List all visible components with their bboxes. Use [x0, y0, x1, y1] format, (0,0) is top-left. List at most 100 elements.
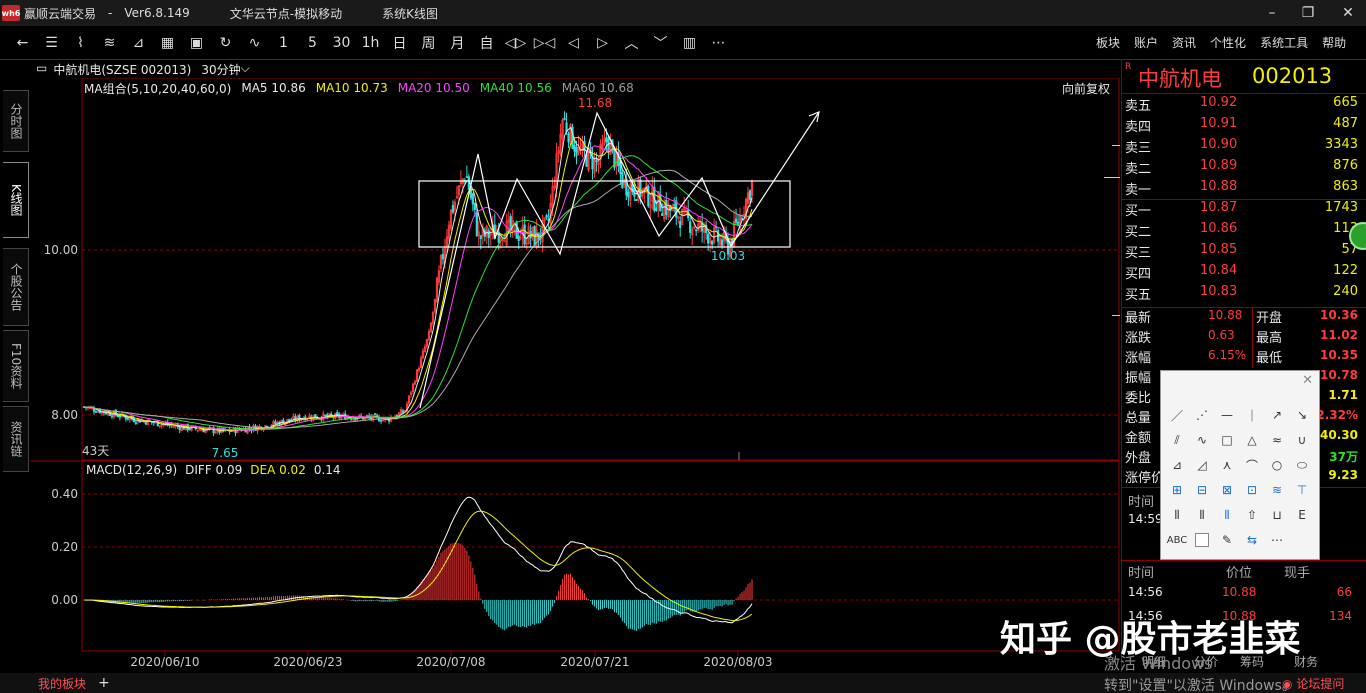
tab-f10[interactable]: F10资料 [3, 330, 29, 402]
draw-tool-24-icon[interactable]: ⦀ [1167, 505, 1187, 525]
draw-tool-10-icon[interactable]: ≈ [1267, 430, 1287, 450]
toolbar-tool-20[interactable]: ▷ [588, 35, 617, 51]
draw-tool-28-icon[interactable]: ⊔ [1267, 505, 1287, 525]
minimize-button[interactable]: – [1254, 0, 1290, 26]
toolbar-tool-9[interactable]: 1 [269, 35, 298, 51]
toolbar-tool-17[interactable]: ◁▷ [501, 35, 530, 51]
ask-price[interactable]: 10.88 [1200, 179, 1237, 194]
tab-kline[interactable]: K线图 [3, 162, 29, 238]
toolbar-tool-10[interactable]: 5 [298, 35, 327, 51]
draw-tool-2-icon[interactable]: — [1217, 405, 1237, 425]
adjust-mode[interactable]: 向前复权 [1062, 80, 1110, 97]
draw-tool-34-icon[interactable]: ⋯ [1267, 530, 1287, 550]
ask-price[interactable]: 10.90 [1200, 137, 1237, 152]
draw-tool-11-icon[interactable]: ∪ [1292, 430, 1312, 450]
toolbar-tool-2[interactable]: ⌇ [66, 35, 95, 51]
toolbar-tool-12[interactable]: 1h [356, 35, 385, 51]
draw-tool-8-icon[interactable]: □ [1217, 430, 1237, 450]
bid-price[interactable]: 10.86 [1200, 221, 1237, 236]
toolbar-tool-1[interactable]: ☰ [37, 35, 66, 51]
toolbar-tool-24[interactable]: ⋯ [704, 35, 733, 51]
draw-tool-5-icon[interactable]: ↘ [1292, 405, 1312, 425]
draw-tool-29-icon[interactable]: Ε [1292, 505, 1312, 525]
ask-price[interactable]: 10.89 [1200, 158, 1237, 173]
stat-value-right: 10.36 [1320, 308, 1358, 322]
close-icon[interactable]: ✕ [1302, 373, 1313, 388]
add-tab-button[interactable]: + [98, 675, 110, 691]
draw-tool-14-icon[interactable]: ⋏ [1217, 455, 1237, 475]
toolbar-tool-18[interactable]: ▷◁ [530, 35, 559, 51]
menu-item-3[interactable]: 个性化 [1210, 34, 1246, 51]
toolbar-tool-11[interactable]: 30 [327, 35, 356, 51]
draw-tool-23-icon[interactable]: ⊤ [1292, 480, 1312, 500]
draw-tool-9-icon[interactable]: △ [1242, 430, 1262, 450]
macd-tick-label: 0.40 [51, 487, 78, 501]
maximize-button[interactable]: ❐ [1290, 0, 1326, 26]
stat-value-right: 9.23 [1328, 468, 1358, 482]
toolbar-tool-22[interactable]: ﹀ [646, 33, 675, 53]
tab-newslink[interactable]: 资讯链 [3, 406, 29, 472]
ma-combo-selector[interactable]: MA组合(5,10,20,40,60,0) [84, 80, 231, 97]
draw-tool-20-icon[interactable]: ⊠ [1217, 480, 1237, 500]
wave-trendline[interactable] [419, 111, 820, 409]
toolbar-tool-15[interactable]: 月 [443, 33, 472, 53]
my-sector-tab[interactable]: 我的板块 [38, 675, 86, 692]
toolbar-tool-16[interactable]: 自 [472, 33, 501, 53]
draw-tool-17-icon[interactable]: ⬭ [1292, 455, 1312, 475]
chevron-down-icon[interactable]: ⌵ [241, 61, 250, 78]
toolbar-tool-14[interactable]: 周 [414, 33, 443, 53]
draw-tool-3-icon[interactable]: ｜ [1242, 405, 1262, 425]
toolbar-tool-8[interactable]: ∿ [240, 35, 269, 51]
draw-tool-7-icon[interactable]: ∿ [1192, 430, 1212, 450]
toolbar-tool-13[interactable]: 日 [385, 33, 414, 53]
symbol-label[interactable]: 中航机电(SZSE 002013) [53, 61, 191, 78]
bid-price[interactable]: 10.84 [1200, 263, 1237, 278]
draw-tool-25-icon[interactable]: ⦀ [1192, 505, 1212, 525]
draw-tool-19-icon[interactable]: ⊟ [1192, 480, 1212, 500]
toolbar-tool-19[interactable]: ◁ [559, 35, 588, 51]
draw-tool-30-icon[interactable]: ABC [1167, 530, 1188, 550]
tab-timeshare[interactable]: 分时图 [3, 90, 29, 152]
toolbar-tool-23[interactable]: ▥ [675, 35, 704, 51]
bid-price[interactable]: 10.85 [1200, 242, 1237, 257]
tab-announcements[interactable]: 个股公告 [3, 248, 29, 326]
toolbar-tool-7[interactable]: ↻ [211, 35, 240, 51]
toolbar-tool-3[interactable]: ≋ [95, 35, 124, 51]
draw-tool-22-icon[interactable]: ≋ [1267, 480, 1287, 500]
menu-item-4[interactable]: 系统工具 [1260, 34, 1308, 51]
trades-header: 现手 [1284, 566, 1311, 581]
bid-price[interactable]: 10.83 [1200, 284, 1237, 299]
close-button[interactable]: ✕ [1330, 0, 1366, 26]
symbol-menu-icon[interactable]: ▭ [36, 61, 47, 78]
menu-item-0[interactable]: 板块 [1096, 34, 1120, 51]
menu-item-5[interactable]: 帮助 [1322, 34, 1346, 51]
draw-tool-18-icon[interactable]: ⊞ [1167, 480, 1187, 500]
draw-tool-21-icon[interactable]: ⊡ [1242, 480, 1262, 500]
period-selector[interactable]: 30分钟 [201, 61, 240, 78]
toolbar-tool-6[interactable]: ▣ [182, 35, 211, 51]
draw-tool-31-icon[interactable]: □ [1195, 533, 1209, 547]
draw-tool-13-icon[interactable]: ◿ [1192, 455, 1212, 475]
draw-tool-16-icon[interactable]: ○ [1267, 455, 1287, 475]
draw-tool-33-icon[interactable]: ⇆ [1242, 530, 1262, 550]
toolbar-tool-0[interactable]: ← [8, 35, 37, 51]
toolbar-tool-21[interactable]: ︿ [617, 33, 646, 53]
draw-tool-26-icon[interactable]: ⦀ [1217, 505, 1237, 525]
draw-tool-27-icon[interactable]: ⇧ [1242, 505, 1262, 525]
draw-tool-6-icon[interactable]: ⫽ [1167, 430, 1187, 450]
draw-tool-1-icon[interactable]: ⋰ [1192, 405, 1212, 425]
draw-tool-0-icon[interactable]: ／ [1167, 405, 1187, 425]
draw-tool-4-icon[interactable]: ↗ [1267, 405, 1287, 425]
kline-chart[interactable]: 10.00 8.00 0.40 0.20 0.00 2020/06/10 2020/06/2… [30, 78, 1120, 672]
draw-tool-12-icon[interactable]: ⊿ [1167, 455, 1187, 475]
toolbar-tool-4[interactable]: ⊿ [124, 35, 153, 51]
toolbar-tool-5[interactable]: ▦ [153, 35, 182, 51]
ask-price[interactable]: 10.91 [1200, 116, 1237, 131]
menu-item-2[interactable]: 资讯 [1172, 34, 1196, 51]
menu-item-1[interactable]: 账户 [1134, 34, 1158, 51]
date-label: 2020/06/10 [130, 655, 199, 669]
draw-tool-15-icon[interactable]: ⌒ [1242, 455, 1262, 475]
draw-tool-32-icon[interactable]: ✎ [1217, 530, 1237, 550]
bid-price[interactable]: 10.87 [1200, 200, 1237, 215]
ask-price[interactable]: 10.92 [1200, 95, 1237, 110]
